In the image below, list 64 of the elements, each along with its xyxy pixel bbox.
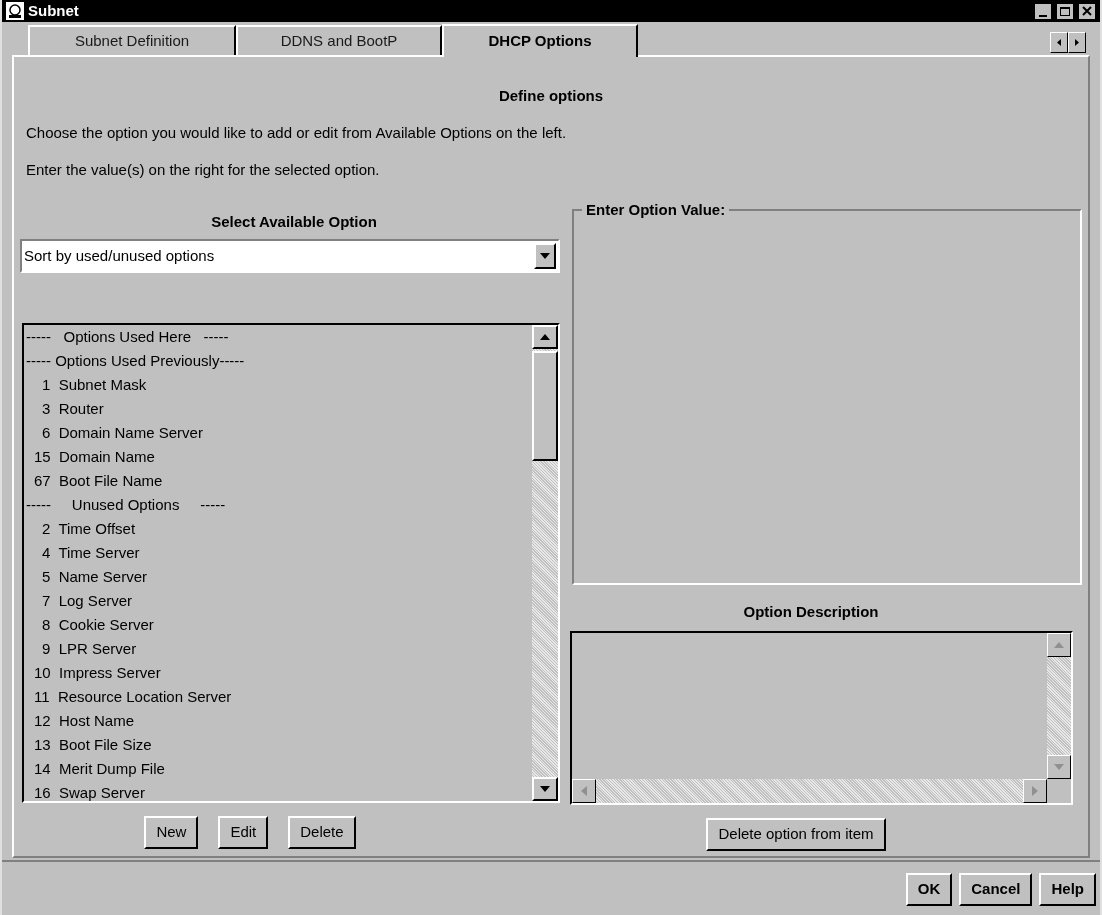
maximize-icon — [1060, 6, 1070, 16]
up-arrow-icon — [540, 334, 550, 340]
right-arrow-icon — [1075, 39, 1079, 46]
left-arrow-icon — [1057, 39, 1061, 46]
vertical-scrollbar[interactable] — [532, 325, 558, 801]
scroll-thumb[interactable] — [532, 351, 558, 461]
option-list-item[interactable]: 3 Router — [24, 397, 532, 421]
option-list-item[interactable]: 2 Time Offset — [24, 517, 532, 541]
scroll-right-button[interactable] — [1023, 779, 1047, 803]
option-list-item[interactable]: 11 Resource Location Server — [24, 685, 532, 709]
scroll-down-button[interactable] — [1047, 755, 1071, 779]
close-button[interactable] — [1078, 2, 1096, 20]
option-list-item[interactable]: 5 Name Server — [24, 565, 532, 589]
cancel-button[interactable]: Cancel — [959, 873, 1033, 906]
list-section-header[interactable]: ----- Unused Options ----- — [24, 493, 532, 517]
dropdown-value: Sort by used/unused options — [23, 245, 216, 266]
help-button[interactable]: Help — [1039, 873, 1096, 906]
section-heading: Define options — [497, 86, 605, 105]
scroll-up-button[interactable] — [532, 325, 558, 349]
edit-button[interactable]: Edit — [218, 816, 269, 849]
tab[interactable]: DHCP Options — [442, 24, 638, 57]
option-list-item[interactable]: 15 Domain Name — [24, 445, 532, 469]
down-arrow-icon — [540, 253, 550, 259]
close-icon — [1082, 6, 1092, 16]
window-title: Subnet — [28, 0, 79, 21]
option-list-item[interactable]: 1 Subnet Mask — [24, 373, 532, 397]
minimize-button[interactable] — [1034, 2, 1052, 20]
down-arrow-icon — [1054, 764, 1064, 770]
option-list-item[interactable]: 14 Merit Dump File — [24, 757, 532, 781]
delete-button[interactable]: Delete — [288, 816, 356, 849]
tab[interactable]: Subnet Definition — [28, 25, 236, 55]
scroll-left-button[interactable] — [572, 779, 596, 803]
scroll-down-button[interactable] — [532, 777, 558, 801]
option-list-item[interactable]: 67 Boot File Name — [24, 469, 532, 493]
description-heading: Option Description — [742, 602, 880, 621]
option-list-item[interactable]: 16 Swap Server — [24, 781, 532, 801]
option-list-item[interactable]: 10 Impress Server — [24, 661, 532, 685]
delete-option-button[interactable]: Delete option from item — [706, 818, 886, 851]
minimize-icon — [1039, 14, 1047, 17]
list-heading: Select Available Option — [210, 212, 378, 231]
up-arrow-icon — [1054, 642, 1064, 648]
option-list-item[interactable]: 7 Log Server — [24, 589, 532, 613]
option-list-item[interactable]: 8 Cookie Server — [24, 613, 532, 637]
list-section-header[interactable]: ----- Options Used Here ----- — [24, 325, 532, 349]
sort-dropdown[interactable]: Sort by used/unused options — [20, 239, 560, 273]
right-arrow-icon — [1032, 786, 1038, 796]
scroll-up-button[interactable] — [1047, 633, 1071, 657]
down-arrow-icon — [540, 786, 550, 792]
dropdown-arrow-button[interactable] — [534, 243, 556, 269]
option-list-item[interactable]: 9 LPR Server — [24, 637, 532, 661]
tab-scroll-left-button[interactable] — [1050, 32, 1068, 53]
maximize-button[interactable] — [1056, 2, 1074, 20]
option-list-item[interactable]: 4 Time Server — [24, 541, 532, 565]
instruction-text: Choose the option you would like to add or edit from Available Options on the left. — [25, 123, 568, 142]
left-arrow-icon — [581, 786, 587, 796]
tab-scroll-right-button[interactable] — [1068, 32, 1086, 53]
option-list-item[interactable]: 13 Boot File Size — [24, 733, 532, 757]
ok-button[interactable]: OK — [905, 873, 953, 906]
instruction-text: Enter the value(s) on the right for the selected option. — [25, 160, 381, 179]
new-button[interactable]: New — [144, 816, 199, 849]
tab[interactable]: DDNS and BootP — [236, 25, 442, 55]
option-list-item[interactable]: 6 Domain Name Server — [24, 421, 532, 445]
list-section-header[interactable]: ----- Options Used Previously----- — [24, 349, 532, 373]
option-list-item[interactable]: 12 Host Name — [24, 709, 532, 733]
